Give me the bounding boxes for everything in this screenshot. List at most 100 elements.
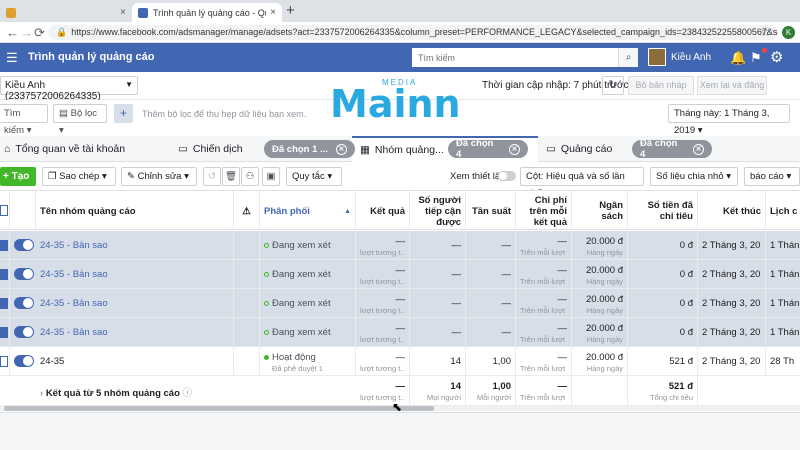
reports-dropdown[interactable]: báo cáo ▾ bbox=[744, 167, 800, 186]
row-toggle-cell bbox=[10, 318, 36, 347]
row-checkbox[interactable] bbox=[0, 298, 8, 309]
clear-selection-icon[interactable]: ✕ bbox=[509, 143, 520, 155]
browser-tab-active[interactable]: Trình quản lý quảng cáo - Quản × bbox=[132, 3, 282, 22]
flag-icon[interactable]: ⚑ bbox=[750, 50, 762, 66]
date-range-picker[interactable]: Tháng này: 1 Tháng 3, 2019 ▾ bbox=[668, 104, 790, 136]
forward-arrow-icon[interactable]: → bbox=[20, 25, 33, 40]
table-row[interactable]: 24-35 - Bản sao Đang xem xét — lượt tương t… bbox=[0, 318, 800, 347]
breakdown-dropdown[interactable]: Số liệu chia nhỏ ▾ bbox=[650, 167, 738, 186]
table-row[interactable]: 24-35 Hoạt động Đã phê duyệt 1— lượt tương … bbox=[0, 347, 800, 376]
cell-budget-value: 20.000 đ bbox=[586, 265, 623, 276]
adset-name[interactable]: 24-35 bbox=[36, 347, 234, 376]
close-icon[interactable]: × bbox=[120, 7, 126, 18]
adset-name[interactable]: 24-35 - Bản sao bbox=[36, 231, 234, 260]
browser-tab[interactable]: × bbox=[0, 3, 132, 22]
table-row[interactable]: 24-35 - Bản sao Đang xem xét — lượt tương t… bbox=[0, 260, 800, 289]
col-reach[interactable]: Số người tiếp cận được bbox=[410, 191, 466, 231]
rules-dropdown[interactable]: Quy tắc ▾ bbox=[286, 167, 342, 186]
col-cost-per-result[interactable]: Chi phí trên mỗi kết quả bbox=[516, 191, 572, 231]
review-publish-button[interactable]: Xem lại và đăng bbox=[697, 76, 767, 95]
cell-cpr: —Trên mỗi lượt ... bbox=[516, 318, 572, 347]
col-delivery[interactable]: Phân phối ▲ bbox=[260, 191, 356, 231]
profile-avatar[interactable]: K bbox=[782, 26, 795, 39]
chevron-down-icon: ▼ bbox=[125, 80, 133, 89]
search-icon[interactable]: ⌕ bbox=[618, 48, 638, 67]
chip-label: Đã chọn 4 bbox=[640, 138, 678, 160]
cell-spent-value: 0 đ bbox=[679, 298, 693, 309]
on-off-toggle[interactable] bbox=[14, 326, 34, 338]
adset-name[interactable]: 24-35 - Bản sao bbox=[36, 289, 234, 318]
adset-name[interactable]: 24-35 - Bản sao bbox=[36, 318, 234, 347]
user-menu[interactable]: Kiều Anh bbox=[648, 48, 711, 66]
cell-spent-value: 521 đ bbox=[669, 356, 693, 367]
info-icon[interactable]: ⓘ bbox=[180, 388, 193, 399]
col-results[interactable]: Kết quả bbox=[356, 191, 410, 231]
on-off-toggle[interactable] bbox=[14, 355, 34, 367]
close-icon[interactable]: × bbox=[270, 7, 276, 18]
col-schedule[interactable]: Lịch c bbox=[766, 191, 800, 231]
warning-cell bbox=[234, 318, 260, 347]
on-off-toggle[interactable] bbox=[14, 239, 34, 251]
on-off-toggle[interactable] bbox=[14, 268, 34, 280]
clear-selection-icon[interactable]: ✕ bbox=[693, 143, 704, 155]
back-arrow-icon[interactable]: ← bbox=[6, 25, 19, 40]
clear-selection-icon[interactable]: ✕ bbox=[335, 143, 347, 155]
preview-icon[interactable]: ▣ bbox=[262, 167, 280, 186]
watermark-logo: Mainn MEDIA bbox=[304, 78, 461, 126]
account-selector[interactable]: Kiều Anh (2337572006264335) ▼ bbox=[0, 76, 138, 102]
adset-name[interactable]: 24-35 - Bản sao bbox=[36, 260, 234, 289]
discard-draft-button[interactable]: Bỏ bản nháp bbox=[628, 76, 694, 95]
cell-cpr: —Trên mỗi lượt ... bbox=[516, 289, 572, 318]
col-budget[interactable]: Ngân sách bbox=[572, 191, 628, 231]
on-off-toggle[interactable] bbox=[14, 297, 34, 309]
refresh-button[interactable]: ↻ bbox=[602, 76, 624, 95]
columns-dropdown[interactable]: Cột: Hiệu quả và số lần nhấp ▾ bbox=[520, 167, 644, 199]
col-ends[interactable]: Kết thúc bbox=[698, 191, 766, 231]
view-setup-toggle[interactable] bbox=[498, 171, 516, 181]
warning-cell bbox=[234, 289, 260, 318]
grid-icon: ▦ bbox=[360, 144, 370, 156]
row-checkbox[interactable] bbox=[0, 269, 8, 280]
reload-icon[interactable]: ⟳ bbox=[34, 25, 45, 41]
tab-label: Chiến dịch bbox=[192, 143, 243, 155]
delivery-status: Đang xem xét bbox=[260, 289, 356, 318]
col-name[interactable]: Tên nhóm quảng cáo bbox=[36, 191, 234, 231]
ab-test-icon[interactable]: ⚇ bbox=[241, 167, 259, 186]
col-frequency[interactable]: Tần suất bbox=[466, 191, 516, 231]
notification-bell-icon[interactable]: 🔔 bbox=[730, 50, 746, 66]
filter-dropdown[interactable]: ▤ Bộ lọc ▾ bbox=[53, 104, 107, 136]
warning-icon[interactable]: ⚠ bbox=[234, 191, 260, 231]
tab-account-overview[interactable]: ⌂ Tổng quan về tài khoản bbox=[0, 136, 166, 162]
table-row[interactable]: 24-35 - Bản sao Đang xem xét — lượt tương t… bbox=[0, 231, 800, 260]
gear-icon[interactable]: ⚙ bbox=[770, 48, 783, 66]
cell-cpr-sub: Trên mỗi lượt ... bbox=[520, 248, 567, 257]
menu-hamburger-icon[interactable]: ☰ bbox=[6, 50, 18, 66]
total-reach-value: 14 bbox=[450, 381, 461, 392]
trash-icon[interactable]: 🗑 bbox=[222, 167, 240, 186]
status-dot-icon bbox=[264, 355, 269, 360]
table-row[interactable]: 24-35 - Bản sao Đang xem xét — lượt tương t… bbox=[0, 289, 800, 318]
row-checkbox[interactable] bbox=[0, 240, 8, 251]
search-dropdown[interactable]: Tìm kiếm ▾ bbox=[0, 104, 48, 136]
app-title[interactable]: Trình quản lý quảng cáo bbox=[28, 51, 155, 63]
new-tab-button[interactable]: + bbox=[286, 2, 295, 19]
edit-button[interactable]: ✎ Chỉnh sửa ▾ bbox=[121, 167, 197, 186]
url-field[interactable]: 🔒 https://www.facebook.com/adsmanager/man… bbox=[48, 25, 778, 40]
row-checkbox[interactable] bbox=[0, 327, 8, 338]
header-search-input[interactable] bbox=[412, 48, 612, 67]
cell-spent: 521 đ bbox=[628, 347, 698, 376]
adsets-selected-chip[interactable]: Đã chọn 4 ✕ bbox=[448, 138, 528, 160]
duplicate-button[interactable]: ❐ Sao chép ▾ bbox=[42, 167, 116, 186]
row-checkbox[interactable] bbox=[0, 356, 8, 367]
cell-reach-value: 14 bbox=[450, 356, 461, 367]
undo-icon[interactable]: ↺ bbox=[203, 167, 221, 186]
select-all-checkbox[interactable] bbox=[0, 205, 8, 216]
scrollbar-thumb[interactable] bbox=[4, 406, 434, 411]
total-label-cell[interactable]: › Kết quả từ 5 nhóm quảng cáo ⓘ bbox=[36, 376, 356, 405]
add-filter-button[interactable]: + bbox=[114, 104, 133, 123]
ads-selected-chip[interactable]: Đã chọn 4 ✕ bbox=[632, 138, 712, 160]
create-button[interactable]: + Tạo bbox=[0, 167, 36, 186]
campaigns-selected-chip[interactable]: Đã chọn 1 ... ✕ bbox=[264, 140, 355, 158]
col-amount-spent[interactable]: Số tiền đã chi tiêu bbox=[628, 191, 698, 231]
bookmark-star-icon[interactable]: ☆ bbox=[760, 25, 771, 39]
